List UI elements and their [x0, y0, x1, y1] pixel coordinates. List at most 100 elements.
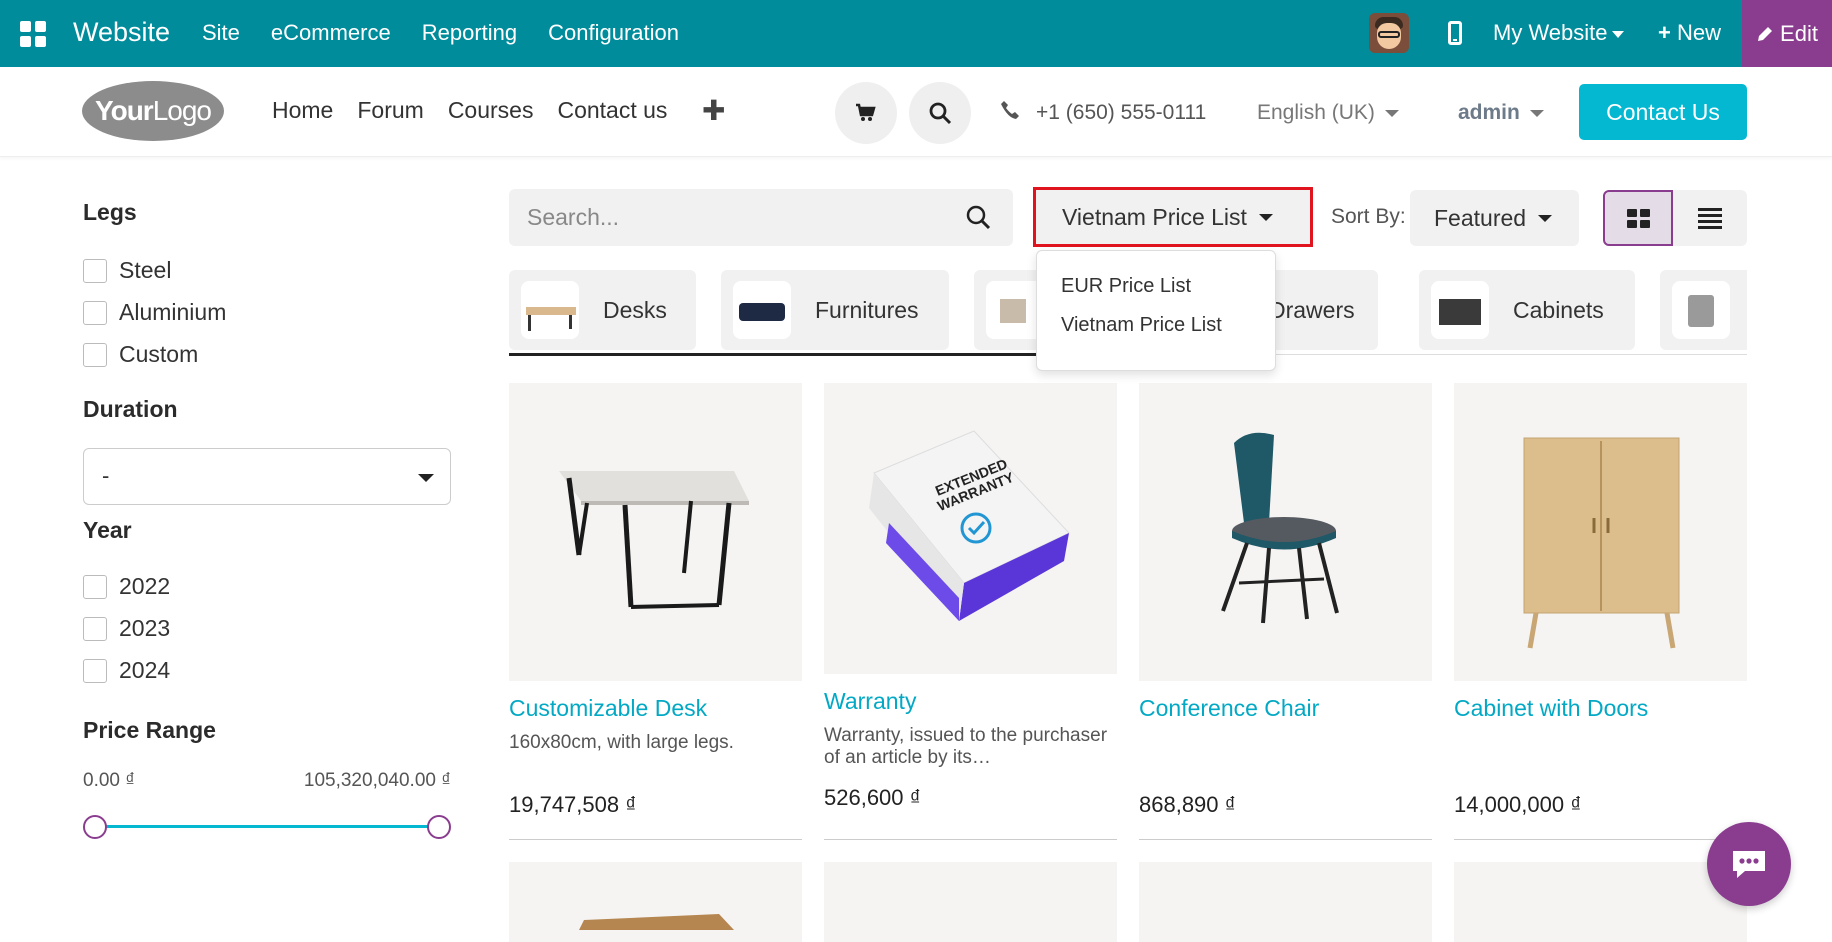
search-icon [929, 102, 952, 125]
filter-option-2024[interactable]: 2024 [83, 657, 170, 684]
product-image[interactable] [509, 862, 802, 942]
admin-top-bar: Website Site eCommerce Reporting Configu… [0, 0, 1832, 67]
apps-menu-icon[interactable] [20, 21, 46, 47]
add-menu-item-icon[interactable]: ✚ [702, 94, 725, 127]
product-price: 19,747,508 ₫ [509, 792, 637, 817]
product-card[interactable]: EXTENDED WARRANTY Warranty Warranty, iss… [824, 383, 1117, 811]
filter-title-price-range: Price Range [83, 717, 216, 743]
product-description [1454, 732, 1747, 776]
category-furnitures[interactable]: Furnitures [721, 270, 949, 350]
pricelist-dropdown-button[interactable]: Vietnam Price List [1033, 187, 1313, 247]
price-slider-max-handle[interactable] [427, 815, 451, 839]
site-header: Your Logo Home Forum Courses Contact us ✚… [0, 67, 1832, 157]
nav-contact-us[interactable]: Contact us [557, 97, 667, 124]
chevron-down-icon [1538, 214, 1553, 222]
checkbox[interactable] [83, 574, 107, 599]
filter-option-custom[interactable]: Custom [83, 341, 198, 368]
product-image[interactable] [1139, 383, 1432, 681]
product-search [509, 189, 1013, 246]
app-title[interactable]: Website [73, 17, 170, 48]
checkbox[interactable] [83, 300, 107, 325]
cart-icon [856, 103, 876, 121]
filter-option-steel[interactable]: Steel [83, 257, 171, 284]
filter-option-2022[interactable]: 2022 [83, 573, 170, 600]
product-name[interactable]: Cabinet with Doors [1454, 695, 1747, 722]
sort-dropdown-button[interactable]: Featured [1410, 190, 1579, 246]
filter-title-legs: Legs [83, 199, 137, 225]
product-card[interactable]: Customizable Desk 160x80cm, with large l… [509, 383, 802, 818]
user-menu[interactable]: admin [1458, 101, 1544, 125]
phone-number[interactable]: +1 (650) 555-0111 [1036, 101, 1206, 125]
live-chat-button[interactable] [1707, 822, 1791, 906]
product-card[interactable]: Conference Chair 868,890 ₫ [1139, 383, 1432, 818]
category-thumbnail [1431, 281, 1489, 339]
chat-icon [1733, 851, 1765, 878]
chevron-down-icon [1529, 109, 1544, 117]
product-image[interactable] [1139, 862, 1432, 942]
product-price: 526,600 ₫ [824, 785, 921, 810]
price-range-min: 0.00 ₫ [83, 770, 136, 791]
product-image[interactable] [509, 383, 802, 681]
category-thumbnail [521, 281, 579, 339]
top-menu-ecommerce[interactable]: eCommerce [271, 20, 391, 46]
search-input[interactable] [509, 189, 929, 246]
category-cabinets[interactable]: Cabinets [1419, 270, 1635, 350]
website-switcher[interactable]: My Website [1493, 20, 1624, 46]
product-divider [1139, 839, 1432, 840]
product-name[interactable]: Customizable Desk [509, 695, 802, 722]
category-desks[interactable]: Desks [509, 270, 696, 350]
nav-home[interactable]: Home [272, 97, 333, 124]
product-name[interactable]: Conference Chair [1139, 695, 1432, 722]
checkbox[interactable] [83, 258, 107, 283]
nav-courses[interactable]: Courses [448, 97, 534, 124]
language-selector[interactable]: English (UK) [1257, 101, 1399, 125]
user-avatar[interactable] [1369, 13, 1409, 53]
site-logo[interactable]: Your Logo [82, 81, 224, 141]
category-bins[interactable] [1660, 270, 1747, 350]
price-slider-min-handle[interactable] [83, 815, 107, 839]
header-search-button[interactable] [909, 82, 971, 144]
product-description: 160x80cm, with large legs. [509, 732, 734, 753]
new-button[interactable]: + New [1658, 20, 1721, 46]
product-divider [509, 839, 802, 840]
product-name[interactable]: Warranty [824, 688, 1117, 715]
category-thumbnail [1672, 281, 1730, 339]
product-image[interactable]: EXTENDED WARRANTY [824, 383, 1117, 674]
product-price: 14,000,000 ₫ [1454, 792, 1582, 817]
edit-button[interactable]: Edit [1742, 0, 1832, 67]
top-menu-site[interactable]: Site [202, 20, 240, 46]
pricelist-option-eur[interactable]: EUR Price List [1037, 267, 1275, 306]
phone-icon [1000, 100, 1020, 126]
product-divider [1454, 839, 1747, 840]
checkbox[interactable] [83, 658, 107, 683]
product-price: 868,890 ₫ [1139, 792, 1236, 817]
filter-option-aluminium[interactable]: Aluminium [83, 299, 226, 326]
list-icon [1698, 205, 1722, 232]
checkbox[interactable] [83, 616, 107, 641]
search-icon[interactable] [965, 204, 991, 230]
product-description: Warranty, issued to the purchaser of an … [824, 725, 1108, 768]
top-menu-configuration[interactable]: Configuration [548, 20, 679, 46]
price-slider-track[interactable] [95, 825, 439, 828]
category-scroll-indicator [509, 353, 1049, 356]
cart-button[interactable] [835, 82, 897, 144]
pricelist-dropdown-menu: EUR Price List Vietnam Price List [1036, 250, 1276, 371]
product-card[interactable]: Cabinet with Doors 14,000,000 ₫ [1454, 383, 1747, 818]
top-menu-reporting[interactable]: Reporting [422, 20, 517, 46]
pricelist-option-vietnam[interactable]: Vietnam Price List [1037, 306, 1275, 345]
contact-us-button[interactable]: Contact Us [1579, 84, 1747, 140]
filter-option-2023[interactable]: 2023 [83, 615, 170, 642]
chevron-down-icon [418, 474, 434, 482]
product-image[interactable] [824, 862, 1117, 942]
nav-forum[interactable]: Forum [357, 97, 423, 124]
category-thumbnail [733, 281, 791, 339]
grid-view-button[interactable] [1603, 190, 1673, 246]
mobile-preview-icon[interactable] [1448, 21, 1462, 45]
duration-select[interactable]: - [83, 448, 451, 505]
checkbox[interactable] [83, 342, 107, 367]
product-image[interactable] [1454, 383, 1747, 681]
sort-by-label: Sort By: [1331, 205, 1406, 228]
list-view-button[interactable] [1673, 190, 1747, 246]
filter-title-year: Year [83, 517, 132, 543]
product-image[interactable] [1454, 862, 1747, 942]
